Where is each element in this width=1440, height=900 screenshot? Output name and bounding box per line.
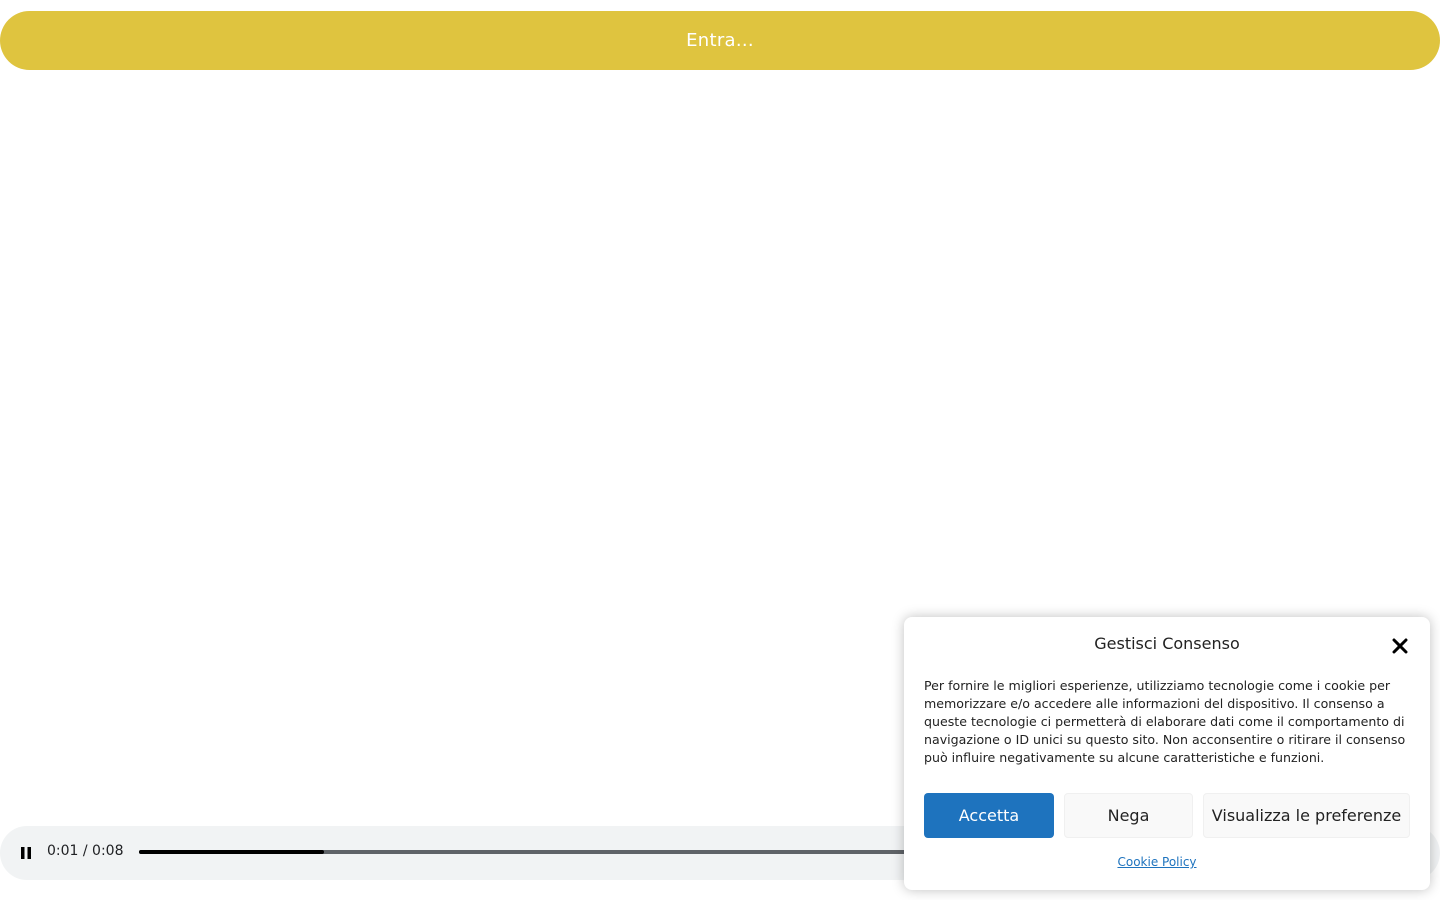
close-icon bbox=[1392, 638, 1408, 654]
enter-button-label: Entra... bbox=[686, 30, 754, 51]
pause-icon bbox=[21, 847, 31, 859]
consent-message: Per fornire le migliori esperienze, util… bbox=[924, 678, 1406, 765]
modal-title: Gestisci Consenso bbox=[1094, 634, 1240, 653]
pause-button[interactable] bbox=[14, 841, 38, 865]
cookie-policy-link[interactable]: Cookie Policy bbox=[904, 855, 1410, 869]
time-display: 0:01 / 0:08 bbox=[47, 843, 124, 859]
enter-button[interactable]: Entra... bbox=[0, 11, 1440, 70]
progress-fill bbox=[139, 850, 324, 854]
view-preferences-button[interactable]: Visualizza le preferenze bbox=[1203, 793, 1410, 838]
cookie-consent-dialog: Gestisci Consenso Per fornire le miglior… bbox=[904, 617, 1430, 890]
deny-button[interactable]: Nega bbox=[1064, 793, 1193, 838]
accept-button[interactable]: Accetta bbox=[924, 793, 1054, 838]
close-button[interactable] bbox=[1390, 636, 1410, 656]
